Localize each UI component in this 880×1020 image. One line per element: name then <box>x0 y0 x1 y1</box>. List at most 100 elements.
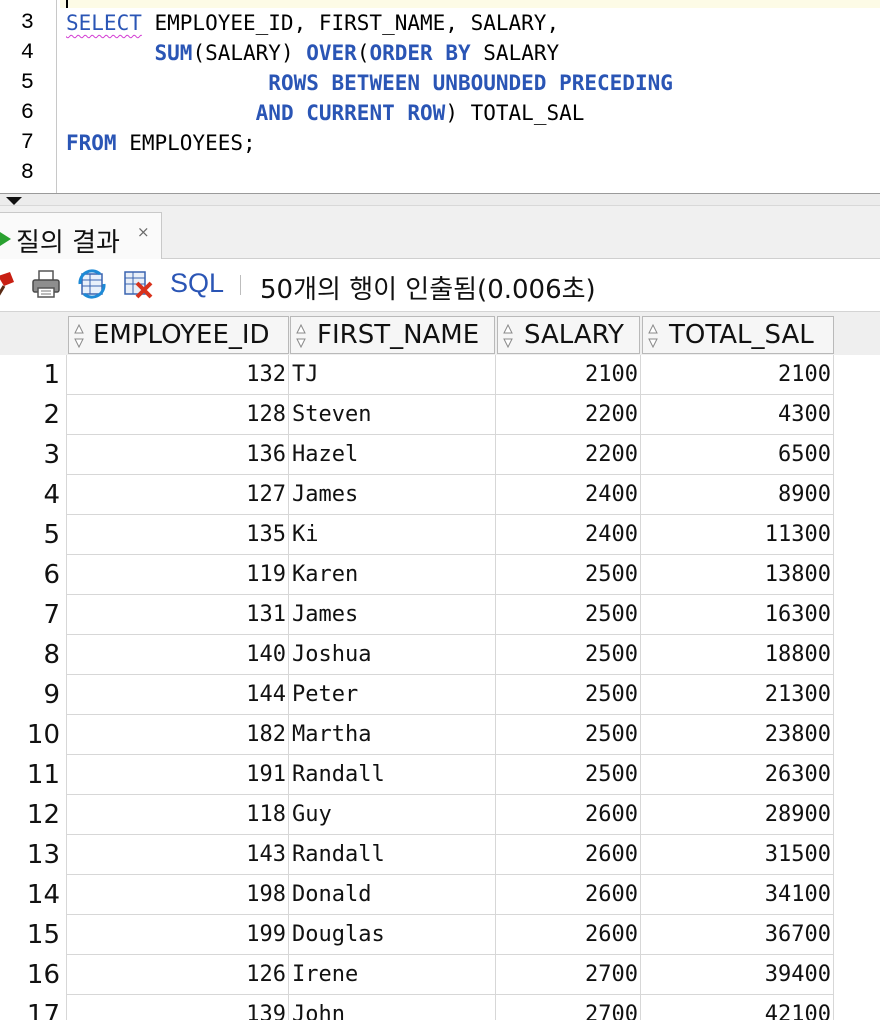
cell-salary[interactable]: 2700 <box>496 955 641 995</box>
cell-salary[interactable]: 2600 <box>496 835 641 875</box>
cell-employee-id[interactable]: 198 <box>66 875 289 915</box>
cell-employee-id[interactable]: 136 <box>66 435 289 475</box>
cell-salary[interactable]: 2500 <box>496 715 641 755</box>
cell-total-sal[interactable]: 11300 <box>641 515 834 555</box>
cell-first-name[interactable]: Karen <box>289 555 496 595</box>
row-number[interactable]: 6 <box>0 555 60 595</box>
cell-total-sal[interactable]: 34100 <box>641 875 834 915</box>
cell-total-sal[interactable]: 16300 <box>641 595 834 635</box>
cell-employee-id[interactable]: 118 <box>66 795 289 835</box>
table-row[interactable]: 15 199 Douglas 2600 36700 <box>0 915 880 955</box>
column-header-first-name[interactable]: FIRST_NAME <box>290 316 495 354</box>
cell-salary[interactable]: 2500 <box>496 755 641 795</box>
print-icon[interactable] <box>30 268 62 300</box>
cell-total-sal[interactable]: 4300 <box>641 395 834 435</box>
cell-first-name[interactable]: James <box>289 595 496 635</box>
cell-salary[interactable]: 2700 <box>496 995 641 1020</box>
cell-first-name[interactable]: Guy <box>289 795 496 835</box>
refresh-icon[interactable] <box>76 268 108 300</box>
row-number[interactable]: 13 <box>0 835 60 875</box>
cell-employee-id[interactable]: 143 <box>66 835 289 875</box>
cell-total-sal[interactable]: 2100 <box>641 355 834 395</box>
table-row[interactable]: 6 119 Karen 2500 13800 <box>0 555 880 595</box>
cell-first-name[interactable]: Steven <box>289 395 496 435</box>
tab-query-result[interactable]: 질의 결과 × <box>0 212 162 260</box>
cell-employee-id[interactable]: 131 <box>66 595 289 635</box>
cell-salary[interactable]: 2600 <box>496 875 641 915</box>
row-number[interactable]: 7 <box>0 595 60 635</box>
cell-total-sal[interactable]: 26300 <box>641 755 834 795</box>
row-number[interactable]: 3 <box>0 435 60 475</box>
collapse-arrow-icon[interactable] <box>6 197 22 205</box>
cell-salary[interactable]: 2500 <box>496 595 641 635</box>
cancel-icon[interactable] <box>122 268 154 300</box>
cell-first-name[interactable]: John <box>289 995 496 1020</box>
cell-salary[interactable]: 2400 <box>496 515 641 555</box>
cell-first-name[interactable]: Donald <box>289 875 496 915</box>
cell-salary[interactable]: 2500 <box>496 555 641 595</box>
cell-first-name[interactable]: Ki <box>289 515 496 555</box>
row-number[interactable]: 11 <box>0 755 60 795</box>
cell-total-sal[interactable]: 18800 <box>641 635 834 675</box>
cell-salary[interactable]: 2500 <box>496 675 641 715</box>
cell-salary[interactable]: 2100 <box>496 355 641 395</box>
sort-icon[interactable] <box>73 321 85 351</box>
table-row[interactable]: 5 135 Ki 2400 11300 <box>0 515 880 555</box>
cell-employee-id[interactable]: 139 <box>66 995 289 1020</box>
sort-icon[interactable] <box>647 321 659 351</box>
cell-salary[interactable]: 2200 <box>496 435 641 475</box>
cell-total-sal[interactable]: 28900 <box>641 795 834 835</box>
cell-first-name[interactable]: Hazel <box>289 435 496 475</box>
cell-total-sal[interactable]: 21300 <box>641 675 834 715</box>
sort-icon[interactable] <box>295 321 307 351</box>
row-number[interactable]: 15 <box>0 915 60 955</box>
cell-salary[interactable]: 2500 <box>496 635 641 675</box>
sort-icon[interactable] <box>502 321 514 351</box>
sql-editor[interactable]: 3 4 5 6 7 8 SELECT EMPLOYEE_ID, FIRST_NA… <box>0 0 880 193</box>
cell-first-name[interactable]: Randall <box>289 755 496 795</box>
cell-salary[interactable]: 2400 <box>496 475 641 515</box>
sql-button[interactable]: SQL <box>170 268 224 299</box>
cell-total-sal[interactable]: 31500 <box>641 835 834 875</box>
cell-total-sal[interactable]: 36700 <box>641 915 834 955</box>
cell-employee-id[interactable]: 140 <box>66 635 289 675</box>
cell-first-name[interactable]: Peter <box>289 675 496 715</box>
cell-total-sal[interactable]: 39400 <box>641 955 834 995</box>
cell-first-name[interactable]: Douglas <box>289 915 496 955</box>
row-number[interactable]: 4 <box>0 475 60 515</box>
cell-first-name[interactable]: Irene <box>289 955 496 995</box>
cell-first-name[interactable]: Joshua <box>289 635 496 675</box>
table-row[interactable]: 1 132 TJ 2100 2100 <box>0 355 880 395</box>
table-row[interactable]: 13 143 Randall 2600 31500 <box>0 835 880 875</box>
close-icon[interactable]: × <box>137 223 150 241</box>
cell-salary[interactable]: 2600 <box>496 795 641 835</box>
column-header-total-sal[interactable]: TOTAL_SAL <box>642 316 834 354</box>
column-header-employee-id[interactable]: EMPLOYEE_ID <box>68 316 289 354</box>
table-row[interactable]: 11 191 Randall 2500 26300 <box>0 755 880 795</box>
cell-employee-id[interactable]: 119 <box>66 555 289 595</box>
result-grid[interactable]: EMPLOYEE_ID FIRST_NAME SALARY TOTAL_SAL … <box>0 311 880 1020</box>
table-row[interactable]: 16 126 Irene 2700 39400 <box>0 955 880 995</box>
cell-total-sal[interactable]: 13800 <box>641 555 834 595</box>
pin-icon[interactable] <box>0 268 24 300</box>
cell-total-sal[interactable]: 8900 <box>641 475 834 515</box>
cell-employee-id[interactable]: 128 <box>66 395 289 435</box>
cell-employee-id[interactable]: 191 <box>66 755 289 795</box>
table-row[interactable]: 14 198 Donald 2600 34100 <box>0 875 880 915</box>
row-number[interactable]: 9 <box>0 675 60 715</box>
row-number[interactable]: 16 <box>0 955 60 995</box>
table-row[interactable]: 12 118 Guy 2600 28900 <box>0 795 880 835</box>
cell-employee-id[interactable]: 182 <box>66 715 289 755</box>
cell-salary[interactable]: 2600 <box>496 915 641 955</box>
cell-total-sal[interactable]: 42100 <box>641 995 834 1020</box>
panel-splitter[interactable] <box>0 193 880 206</box>
cell-employee-id[interactable]: 127 <box>66 475 289 515</box>
table-row[interactable]: 3 136 Hazel 2200 6500 <box>0 435 880 475</box>
cell-employee-id[interactable]: 144 <box>66 675 289 715</box>
row-number[interactable]: 14 <box>0 875 60 915</box>
table-row[interactable]: 17 139 John 2700 42100 <box>0 995 880 1020</box>
cell-total-sal[interactable]: 6500 <box>641 435 834 475</box>
cell-first-name[interactable]: TJ <box>289 355 496 395</box>
row-number[interactable]: 10 <box>0 715 60 755</box>
cell-salary[interactable]: 2200 <box>496 395 641 435</box>
